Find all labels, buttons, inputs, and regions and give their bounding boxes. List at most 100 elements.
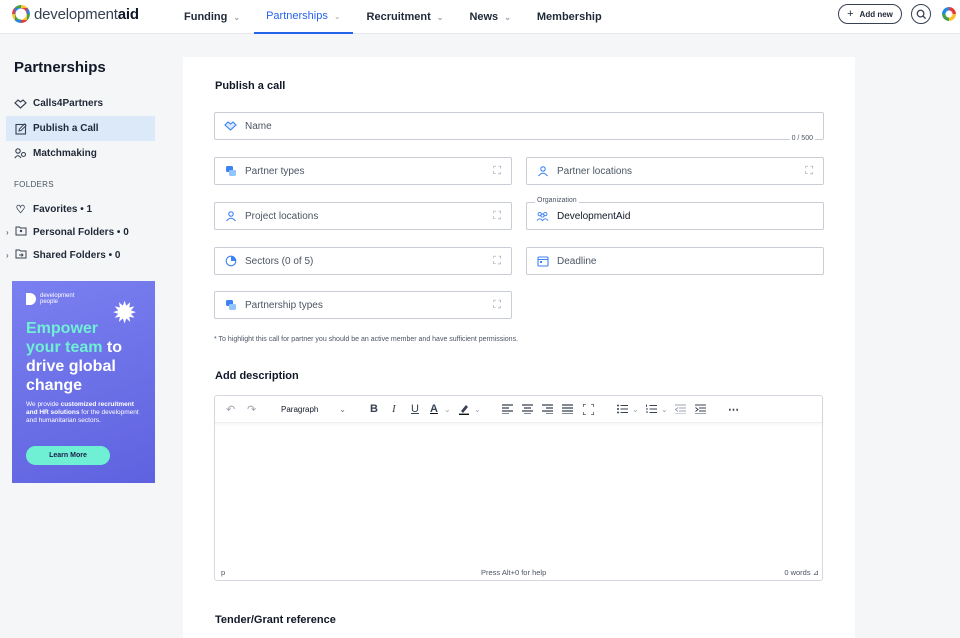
align-left-icon[interactable] <box>502 402 513 416</box>
chevron-down-icon: ⌄ <box>233 12 241 22</box>
project-locations-placeholder: Project locations <box>245 210 319 222</box>
redo-icon[interactable]: ↷ <box>247 402 256 416</box>
folder-favorites[interactable]: ♡ Favorites • 1 <box>6 199 93 219</box>
heart-icon: ♡ <box>15 203 26 216</box>
person-location-icon <box>536 165 549 178</box>
chevron-down-icon[interactable]: ⌄ <box>444 402 451 416</box>
sidebar-item-matchmaking[interactable]: Matchmaking <box>6 141 155 166</box>
chevron-right-icon[interactable]: › <box>6 228 14 237</box>
chevron-down-icon: ⌄ <box>339 405 346 414</box>
element-path: p <box>221 568 226 577</box>
sectors-field[interactable]: Sectors (0 of 5) ⛶ <box>214 247 512 275</box>
expand-icon[interactable]: ⛶ <box>805 165 813 178</box>
learn-more-button[interactable]: Learn More <box>26 446 110 465</box>
outdent-icon[interactable] <box>675 402 686 416</box>
align-right-icon[interactable] <box>542 402 553 416</box>
name-placeholder: Name <box>245 120 272 132</box>
sectors-placeholder: Sectors (0 of 5) <box>245 255 314 267</box>
editor-statusbar: p Press Alt+0 for help 0 words ⊿ <box>215 566 822 580</box>
partnership-types-field[interactable]: Partnership types ⛶ <box>214 291 512 319</box>
expand-icon[interactable]: ⛶ <box>493 165 501 178</box>
fullscreen-icon[interactable] <box>583 402 594 416</box>
partner-types-field[interactable]: Partner types ⛶ <box>214 157 512 185</box>
sidebar-title: Partnerships <box>14 59 106 76</box>
chevron-down-icon: ⌄ <box>436 12 444 22</box>
chevron-down-icon: ⌄ <box>504 12 511 22</box>
calendar-icon <box>536 255 549 268</box>
paragraph-format-select[interactable]: Paragraph ⌄ <box>276 402 350 417</box>
organization-value: DevelopmentAid <box>557 210 631 222</box>
chevron-down-icon[interactable]: ⌄ <box>661 402 668 416</box>
bullet-list-icon[interactable] <box>617 402 628 416</box>
underline-icon[interactable]: U <box>411 402 419 416</box>
numbered-list-icon[interactable] <box>646 402 657 416</box>
nav-partnerships[interactable]: Partnerships ⌄ <box>254 0 353 34</box>
chevron-down-icon: ⌄ <box>333 11 341 21</box>
sidebar-item-calls4partners[interactable]: Calls4Partners <box>6 91 155 116</box>
folder-shared-icon <box>14 248 27 262</box>
sidebar-item-label: Publish a Call <box>33 123 99 134</box>
chevron-down-icon[interactable]: ⌄ <box>474 402 481 416</box>
partner-types-placeholder: Partner types <box>245 165 305 177</box>
edit-icon <box>14 122 27 135</box>
organization-label: Organization <box>535 197 579 204</box>
folder-shared[interactable]: › Shared Folders • 0 <box>6 245 120 265</box>
developmentaid-logo[interactable]: developmentaid <box>12 5 139 23</box>
paragraph-format-value: Paragraph <box>281 405 319 414</box>
partner-locations-placeholder: Partner locations <box>557 165 633 177</box>
editor-toolbar: ↶ ↷ Paragraph ⌄ B I U A ⌄ ⌄ ⌄ ⌄ ⋯ <box>215 396 822 423</box>
sidebar-item-label: Calls4Partners <box>33 98 104 109</box>
highlight-color-icon[interactable] <box>458 402 470 416</box>
text-color-icon[interactable]: A <box>430 402 438 416</box>
align-justify-icon[interactable] <box>562 402 573 416</box>
expand-icon[interactable]: ⛶ <box>493 299 501 312</box>
word-count: 0 words ⊿ <box>784 568 819 577</box>
logo-ring-icon <box>12 5 30 23</box>
partnership-types-icon <box>224 299 237 312</box>
deadline-field[interactable]: Deadline <box>526 247 824 275</box>
nav-recruitment[interactable]: Recruitment ⌄ <box>355 0 456 34</box>
description-editor[interactable]: ↶ ↷ Paragraph ⌄ B I U A ⌄ ⌄ ⌄ ⌄ ⋯ p Pres… <box>214 395 823 581</box>
project-locations-field[interactable]: Project locations ⛶ <box>214 202 512 230</box>
publish-call-title: Publish a call <box>215 80 286 92</box>
organization-icon <box>536 210 549 223</box>
development-people-logo-icon <box>26 293 36 305</box>
logo-text: developmentaid <box>34 5 139 23</box>
expand-icon[interactable]: ⛶ <box>493 255 501 268</box>
folder-label: Shared Folders • 0 <box>33 249 121 261</box>
bold-icon[interactable]: B <box>370 402 378 416</box>
permission-note: * To highlight this call for partner you… <box>214 336 519 343</box>
folder-personal[interactable]: › Personal Folders • 0 <box>6 222 129 242</box>
plus-icon: + <box>847 8 854 20</box>
add-description-title: Add description <box>215 370 299 382</box>
nav-membership[interactable]: Membership <box>525 0 614 34</box>
chevron-right-icon[interactable]: › <box>6 251 14 260</box>
add-new-button[interactable]: + Add new <box>838 4 902 24</box>
folder-label: Favorites • 1 <box>33 203 93 215</box>
sidebar-item-label: Matchmaking <box>33 148 97 159</box>
partner-types-icon <box>224 165 237 178</box>
resize-handle-icon[interactable]: ⊿ <box>813 568 819 577</box>
deadline-placeholder: Deadline <box>557 255 597 267</box>
italic-icon[interactable]: I <box>392 402 396 416</box>
chevron-down-icon[interactable]: ⌄ <box>632 402 639 416</box>
indent-icon[interactable] <box>695 402 706 416</box>
organization-field[interactable]: Organization DevelopmentAid <box>526 197 824 230</box>
ad-brand: development people <box>26 293 74 305</box>
user-avatar[interactable] <box>942 7 956 21</box>
name-field[interactable]: Name 0 / 500 <box>214 112 824 142</box>
help-search-icon[interactable] <box>911 4 931 24</box>
folders-heading: FOLDERS <box>14 180 54 189</box>
folder-label: Personal Folders • 0 <box>33 226 129 238</box>
add-new-label: Add new <box>859 9 893 19</box>
nav-news[interactable]: News ⌄ <box>457 0 522 34</box>
sidebar-item-publish-a-call[interactable]: Publish a Call <box>6 116 155 141</box>
partner-locations-field[interactable]: Partner locations ⛶ <box>526 157 824 185</box>
nav-funding[interactable]: Funding ⌄ <box>172 0 252 34</box>
align-center-icon[interactable] <box>522 402 533 416</box>
undo-icon[interactable]: ↶ <box>226 402 235 416</box>
person-location-icon <box>224 210 237 223</box>
development-people-ad[interactable]: development people ✹ Empower your team to … <box>12 281 155 483</box>
expand-icon[interactable]: ⛶ <box>493 210 501 223</box>
more-options-icon[interactable]: ⋯ <box>728 402 740 416</box>
